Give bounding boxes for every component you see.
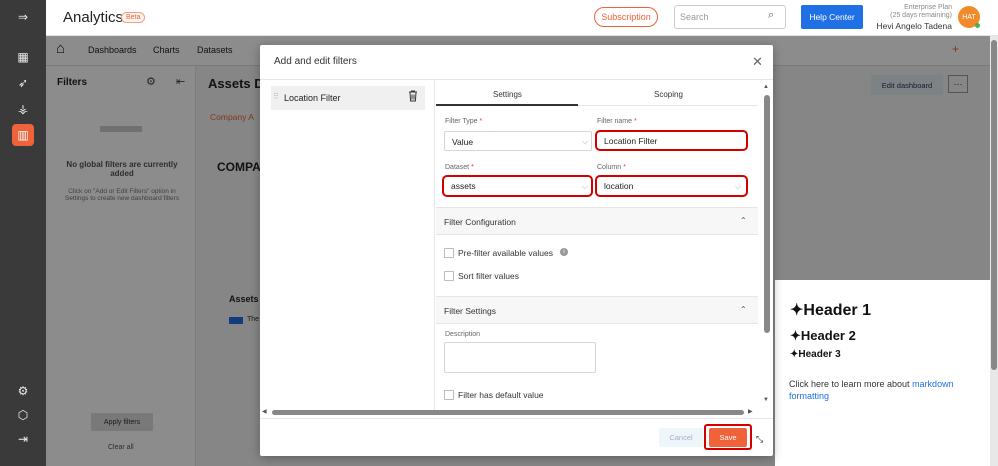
close-icon[interactable]: ✕ [752, 54, 763, 70]
active-tab-indicator [436, 104, 578, 106]
settings-icon[interactable]: ⚙ [12, 380, 34, 402]
tab-scoping[interactable]: Scoping [654, 90, 683, 99]
chevron-down-icon[interactable]: ⌵ [582, 182, 588, 192]
divider [260, 79, 773, 80]
fullscreen-icon[interactable]: ⤡ [756, 434, 763, 445]
sort-checkbox[interactable] [444, 271, 454, 281]
plan-remaining: (25 days remaining) [890, 12, 952, 19]
search-icon[interactable]: ⌕ [768, 9, 774, 22]
filter-name-input[interactable]: Location Filter [595, 130, 748, 151]
prefilter-checkbox[interactable] [444, 248, 454, 258]
divider [260, 418, 773, 419]
hierarchy-icon[interactable]: ⚶ [12, 98, 34, 120]
prefilter-label: Pre-filter available values [458, 248, 553, 258]
subscription-button[interactable]: Subscription [594, 7, 658, 27]
cancel-button[interactable]: Cancel [659, 428, 703, 447]
section-title: Filter Settings [444, 306, 496, 316]
default-value-checkbox[interactable] [444, 390, 454, 400]
star-icon: ✦ [790, 328, 801, 343]
scroll-right-icon[interactable]: ▶ [748, 408, 753, 415]
dataset-select[interactable]: assets [442, 175, 593, 197]
default-value-label: Filter has default value [458, 390, 544, 400]
user-name: Hevi Angelo Tadena [876, 21, 952, 31]
scroll-up-icon[interactable]: ▲ [763, 84, 769, 90]
column-select[interactable]: location [595, 175, 748, 197]
dashboard-chart-icon[interactable]: ▥ [12, 124, 34, 146]
logout-icon[interactable]: ⇥ [12, 428, 34, 450]
section-title: Filter Configuration [444, 217, 516, 227]
plan-name: Enterprise Plan [904, 4, 952, 11]
grid-icon[interactable]: ▦ [12, 46, 34, 68]
app-title: Analytics [63, 9, 124, 26]
left-rail: ⇒ ▦ ➶ ⚶ ▥ ⚙ ⬡ ⇥ [0, 0, 46, 466]
chevron-down-icon[interactable]: ⌵ [582, 137, 588, 147]
filter-type-label: Filter Type * [445, 118, 483, 125]
drag-handle-icon[interactable]: ⠿ [273, 92, 279, 101]
star-icon: ✦ [790, 302, 804, 319]
info-icon[interactable]: i [560, 248, 568, 256]
column-label: Column * [597, 164, 626, 171]
chevron-up-icon[interactable]: ⌃ [740, 216, 747, 225]
save-button[interactable]: Save [709, 428, 747, 447]
rocket-icon[interactable]: ➶ [12, 72, 34, 94]
description-label: Description [445, 331, 481, 338]
description-textarea[interactable] [444, 342, 596, 373]
plan-info: Enterprise Plan (25 days remaining) [868, 4, 952, 20]
markdown-header-2: ✦Header 2 [790, 328, 856, 343]
filter-name-label: Filter name * [597, 118, 637, 125]
markdown-header-1: ✦Header 1 [790, 302, 871, 319]
online-status-dot [975, 23, 980, 28]
page-scrollbar-thumb[interactable] [991, 40, 997, 370]
markdown-text: Click here to learn more about markdown … [789, 379, 954, 401]
expand-menu-icon[interactable]: ⇒ [12, 6, 34, 28]
modal-horizontal-scroll-thumb[interactable] [272, 410, 744, 415]
help-center-button[interactable]: Help Center [801, 5, 863, 29]
filter-list-item-label: Location Filter [284, 93, 341, 103]
beta-badge: Beta [121, 12, 146, 23]
markdown-header-3: ✦Header 3 [790, 349, 841, 360]
chevron-up-icon[interactable]: ⌃ [740, 305, 747, 314]
chevron-down-icon[interactable]: ⌵ [735, 182, 741, 192]
tab-settings[interactable]: Settings [493, 90, 522, 99]
filter-type-select[interactable]: Value [444, 131, 592, 151]
modal-vertical-scroll-thumb[interactable] [764, 95, 770, 333]
dataset-label: Dataset * [445, 164, 474, 171]
divider [434, 80, 435, 410]
scroll-down-icon[interactable]: ▼ [763, 397, 769, 403]
trash-icon[interactable] [408, 90, 418, 102]
sort-label: Sort filter values [458, 271, 519, 281]
package-icon[interactable]: ⬡ [12, 404, 34, 426]
modal-title: Add and edit filters [274, 56, 357, 67]
scroll-left-icon[interactable]: ◀ [262, 408, 267, 415]
